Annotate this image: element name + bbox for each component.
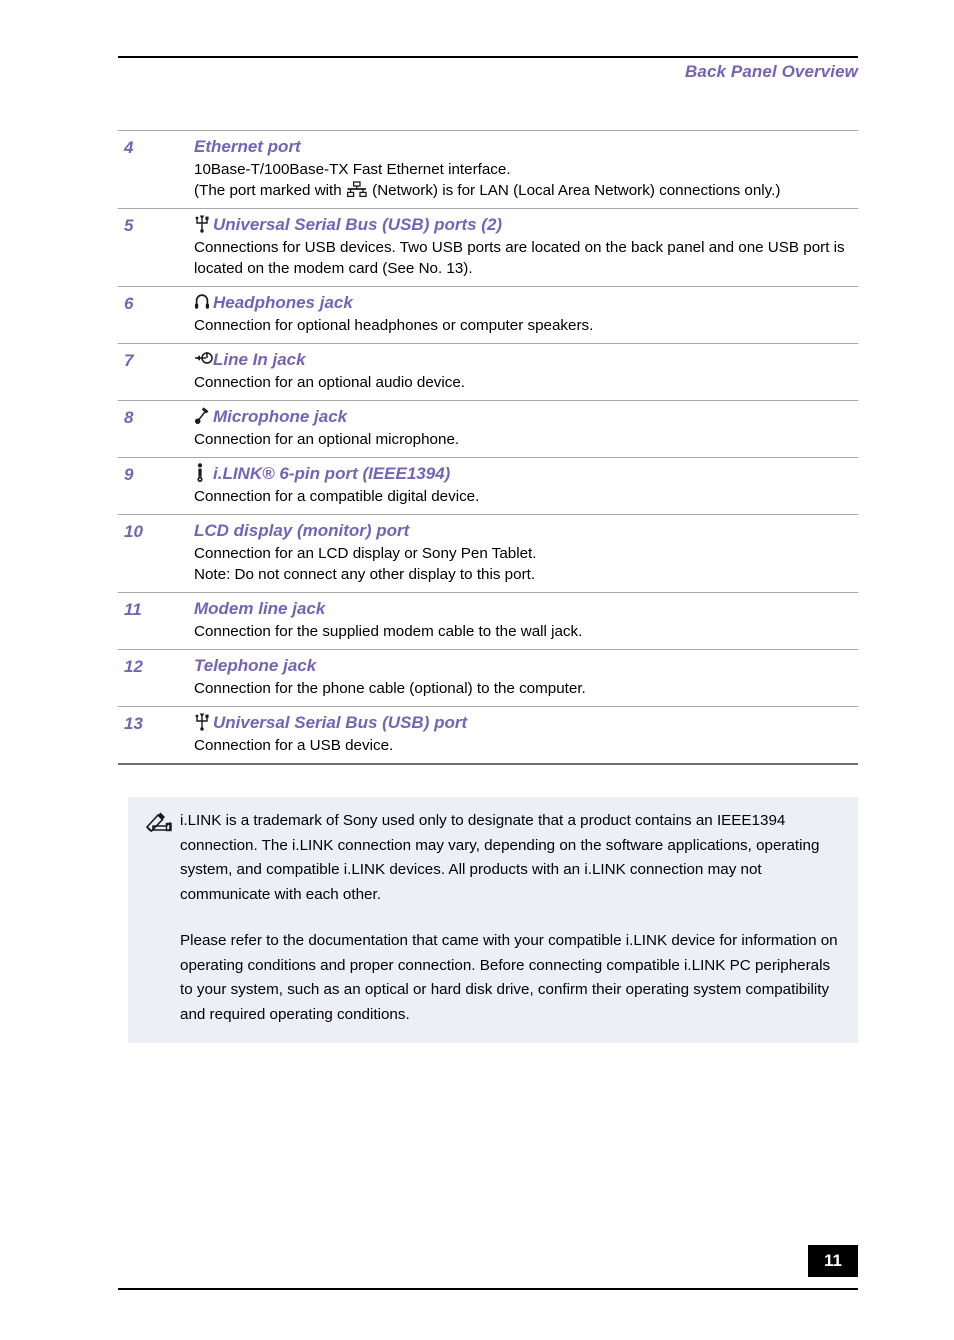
port-entry-title-row: Line In jack xyxy=(194,349,858,371)
port-entry-title: Line In jack xyxy=(213,350,306,369)
port-entry-title: Universal Serial Bus (USB) port xyxy=(213,713,468,732)
port-entry-body: Headphones jack Connection for optional h… xyxy=(194,292,858,336)
port-entry-row: 6 Headphones jack Connection for optional … xyxy=(118,286,858,343)
entries-bottom-rule xyxy=(118,763,858,765)
port-entry-description: Connection for a compatible digital devi… xyxy=(194,486,858,507)
port-entry-number: 12 xyxy=(124,657,143,676)
port-entry-title: LCD display (monitor) port xyxy=(194,521,410,540)
port-entry-description-fragment: (Network) is for LAN (Local Area Network… xyxy=(367,182,781,199)
port-entry-title-row: Universal Serial Bus (USB) ports (2) xyxy=(194,214,858,236)
usb-icon xyxy=(194,712,210,731)
port-entry-row: 4 Ethernet port 10Base-T/100Base-TX Fast E… xyxy=(118,130,858,208)
port-entry-description-line: Connections for USB devices. Two USB por… xyxy=(194,239,845,277)
port-entry-title: Telephone jack xyxy=(194,656,317,675)
port-entry-body: Universal Serial Bus (USB) port Connectio… xyxy=(194,712,858,756)
page-header-title: Back Panel Overview xyxy=(685,62,858,81)
port-entry-number: 6 xyxy=(124,294,134,313)
port-entry-description: Connection for a USB device. xyxy=(194,735,858,756)
port-entry-description: 10Base-T/100Base-TX Fast Ethernet interf… xyxy=(194,159,858,201)
port-entry-title-row: Modem line jack xyxy=(194,598,858,620)
port-entry-description-line: Note: Do not connect any other display t… xyxy=(194,566,536,583)
line-in-icon xyxy=(194,349,213,367)
port-entry-body: i.LINK® 6-pin port (IEEE1394) Connection … xyxy=(194,463,858,507)
port-entry-number: 11 xyxy=(124,600,142,619)
port-entry-row: 12 Telephone jack Connection for the phone… xyxy=(118,649,858,706)
port-entry-description: Connections for USB devices. Two USB por… xyxy=(194,237,858,279)
port-entry-row: 5 Universal Serial Bus (USB) ports (2) Con… xyxy=(118,208,858,286)
ilink-note-box: i.LINK is a trademark of Sony used only … xyxy=(128,797,858,1043)
port-entry-row: 7 Line In jack Connection for an optional … xyxy=(118,343,858,400)
port-entry-row: 13 Universal Serial Bus (USB) port Connect… xyxy=(118,706,858,763)
port-entry-number: 9 xyxy=(124,465,134,484)
port-entry-description: Connection for the supplied modem cable … xyxy=(194,621,858,642)
port-entry-title: Headphones jack xyxy=(213,293,353,312)
port-entry-row: 8 Microphone jack Connection for an option… xyxy=(118,400,858,457)
microphone-icon xyxy=(194,406,210,425)
note-paragraph-1: i.LINK is a trademark of Sony used only … xyxy=(180,812,820,903)
ilink-icon xyxy=(194,463,210,482)
port-entry-description: Connection for the phone cable (optional… xyxy=(194,678,858,699)
port-entry-title: Ethernet port xyxy=(194,137,301,156)
port-entry-description-line: Connection for optional headphones or co… xyxy=(194,317,594,334)
port-entry-body: Modem line jack Connection for the suppli… xyxy=(194,598,858,642)
port-entry-description-line: Connection for a USB device. xyxy=(194,737,394,754)
port-entry-description: Connection for an optional audio device. xyxy=(194,372,858,393)
port-entry-number: 5 xyxy=(124,216,134,235)
port-entry-description-line: Connection for an LCD display or Sony Pe… xyxy=(194,545,537,562)
port-entry-number: 10 xyxy=(124,522,143,541)
port-entry-row: 10 LCD display (monitor) port Connection f… xyxy=(118,514,858,592)
port-entry-title-row: Headphones jack xyxy=(194,292,858,314)
port-entry-number: 8 xyxy=(124,408,134,427)
document-page: Back Panel Overview 4 Ethernet port 10Base… xyxy=(0,0,954,1340)
port-entry-title: i.LINK® 6-pin port (IEEE1394) xyxy=(213,464,451,483)
port-entry-title-row: i.LINK® 6-pin port (IEEE1394) xyxy=(194,463,858,485)
port-entry-description: Connection for an optional microphone. xyxy=(194,429,858,450)
port-entry-title: Modem line jack xyxy=(194,599,326,618)
port-entry-body: Telephone jack Connection for the phone c… xyxy=(194,655,858,699)
port-entry-title-row: LCD display (monitor) port xyxy=(194,520,858,542)
usb-icon xyxy=(194,214,210,233)
note-pencil-icon xyxy=(144,811,174,833)
port-entry-row: 11 Modem line jack Connection for the supp… xyxy=(118,592,858,649)
port-entry-description: Connection for an LCD display or Sony Pe… xyxy=(194,543,858,585)
back-panel-entries-table: 4 Ethernet port 10Base-T/100Base-TX Fast E… xyxy=(118,130,858,765)
port-entry-description-line: Connection for an optional audio device. xyxy=(194,374,466,391)
port-entry-description-line: Connection for the phone cable (optional… xyxy=(194,680,586,697)
page-number-badge: 11 xyxy=(808,1245,858,1277)
port-entry-title-row: Universal Serial Bus (USB) port xyxy=(194,712,858,734)
port-entry-description-fragment: (The port marked with xyxy=(194,182,346,199)
port-entry-title: Microphone jack xyxy=(213,407,348,426)
port-entry-number: 4 xyxy=(124,138,134,157)
port-entry-title-row: Ethernet port xyxy=(194,136,858,158)
port-entry-description-line: Connection for a compatible digital devi… xyxy=(194,488,480,505)
port-entry-title-row: Microphone jack xyxy=(194,406,858,428)
port-entry-body: Universal Serial Bus (USB) ports (2) Conn… xyxy=(194,214,858,279)
port-entry-row: 9 i.LINK® 6-pin port (IEEE1394) Connection… xyxy=(118,457,858,514)
port-entry-number: 7 xyxy=(124,351,134,370)
port-entry-description-line: Connection for the supplied modem cable … xyxy=(194,623,583,640)
port-entry-title: Universal Serial Bus (USB) ports (2) xyxy=(213,215,503,234)
header-rule xyxy=(118,56,858,58)
network-icon xyxy=(346,181,368,199)
port-entry-number: 13 xyxy=(124,714,143,733)
port-entry-description: Connection for optional headphones or co… xyxy=(194,315,858,336)
note-paragraph-2: Please refer to the documentation that c… xyxy=(180,932,838,1023)
port-entry-title-row: Telephone jack xyxy=(194,655,858,677)
footer-rule xyxy=(118,1288,858,1290)
note-paragraph-1-row: i.LINK is a trademark of Sony used only … xyxy=(142,809,844,907)
port-entry-body: Ethernet port 10Base-T/100Base-TX Fast Et… xyxy=(194,136,858,201)
port-entry-description-line: Connection for an optional microphone. xyxy=(194,431,460,448)
port-entry-description-line: (The port marked with (Network) is for L… xyxy=(194,180,858,201)
headphones-icon xyxy=(194,292,210,310)
port-entry-description-line: 10Base-T/100Base-TX Fast Ethernet interf… xyxy=(194,161,511,178)
port-entry-body: Line In jack Connection for an optional a… xyxy=(194,349,858,393)
port-entry-body: Microphone jack Connection for an optiona… xyxy=(194,406,858,450)
port-entry-body: LCD display (monitor) port Connection for… xyxy=(194,520,858,585)
